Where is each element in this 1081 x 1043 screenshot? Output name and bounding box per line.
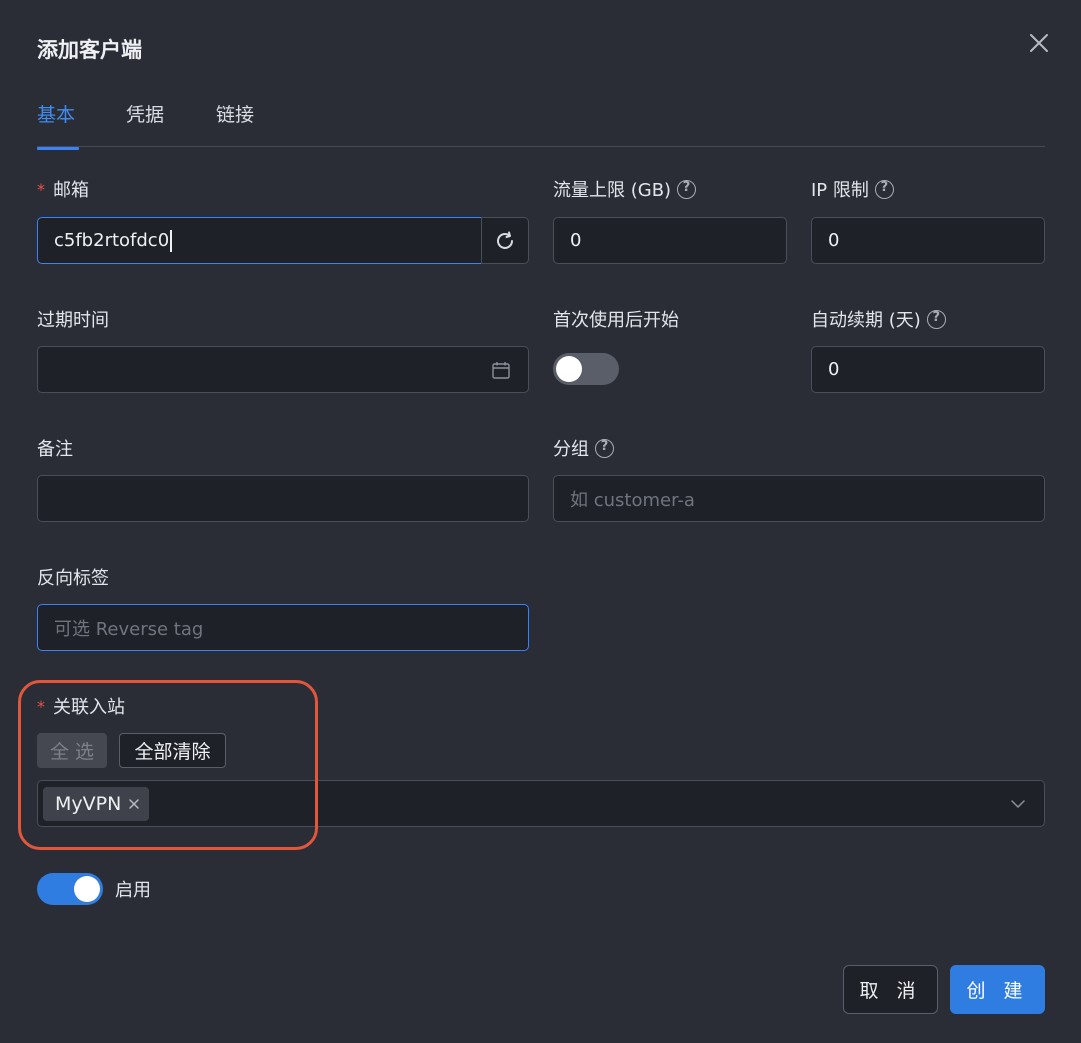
auto-renew-label: 自动续期 (天) [811,306,946,332]
traffic-limit-label: 流量上限 (GB) [553,176,697,202]
traffic-limit-value: 0 [570,230,582,251]
note-label: 备注 [37,435,73,461]
auto-renew-value: 0 [828,359,840,380]
email-label: * 邮箱 [37,176,89,202]
tab-links[interactable]: 链接 [216,100,254,146]
text-caret [170,229,172,252]
ip-limit-label: IP 限制 [811,176,894,202]
note-label-text: 备注 [37,439,73,460]
group-label: 分组 [553,435,614,461]
inbounds-label-text: 关联入站 [53,697,125,718]
auto-renew-input[interactable]: 0 [811,346,1045,393]
tab-bar: 基本 凭据 链接 [37,96,1045,150]
reverse-tag-label-text: 反向标签 [37,568,109,589]
start-after-first-use-label-text: 首次使用后开始 [553,310,679,331]
tab-credentials[interactable]: 凭据 [126,100,164,146]
enable-label: 启用 [115,880,151,901]
email-label-text: 邮箱 [53,180,89,201]
ip-limit-value: 0 [828,230,840,251]
group-label-text: 分组 [553,439,589,460]
enable-toggle[interactable] [37,873,103,905]
email-value: c5fb2rtofdc0 [54,230,170,251]
add-client-dialog: 添加客户端 基本 凭据 链接 * 邮箱 c5fb2rtofdc0 流量上限 (G… [0,0,1081,1043]
note-input[interactable] [37,475,529,522]
required-mark: * [37,696,45,716]
help-icon[interactable] [677,179,697,199]
create-button[interactable]: 创 建 [950,965,1045,1014]
ip-limit-input[interactable]: 0 [811,217,1045,264]
traffic-limit-label-text: 流量上限 (GB) [553,180,672,201]
tab-links-label: 链接 [216,104,255,126]
cancel-button[interactable]: 取 消 [843,965,938,1014]
selected-inbound-tag: MyVPN [43,787,150,821]
regenerate-email-button[interactable] [481,217,529,264]
clear-all-button[interactable]: 全部清除 [119,733,226,768]
email-input[interactable]: c5fb2rtofdc0 [37,217,482,264]
group-input[interactable]: 如 customer-a [553,475,1045,522]
reverse-tag-placeholder: 可选 Reverse tag [54,618,204,640]
close-icon[interactable] [1024,28,1054,58]
help-icon[interactable] [926,309,946,329]
group-placeholder: 如 customer-a [570,489,695,511]
toggle-knob [556,356,582,382]
reverse-tag-label: 反向标签 [37,564,109,590]
expiry-label: 过期时间 [37,306,109,332]
traffic-limit-input[interactable]: 0 [553,217,787,264]
active-tab-indicator [37,147,79,150]
tab-basic-label: 基本 [37,104,76,126]
start-after-first-use-toggle[interactable] [553,353,619,385]
expiry-label-text: 过期时间 [37,310,109,331]
start-after-first-use-label: 首次使用后开始 [553,306,679,332]
refresh-icon [497,231,513,249]
expiry-date-picker[interactable] [37,346,529,393]
reverse-tag-input[interactable]: 可选 Reverse tag [37,604,529,651]
tab-credentials-label: 凭据 [126,104,165,126]
help-icon[interactable] [874,179,894,199]
tab-basic[interactable]: 基本 [37,100,79,150]
calendar-icon [492,362,510,379]
dialog-title: 添加客户端 [37,38,142,62]
required-mark: * [37,179,45,199]
selected-inbound-label: MyVPN [55,793,122,815]
ip-limit-label-text: IP 限制 [811,180,869,201]
auto-renew-label-text: 自动续期 (天) [811,310,921,331]
chevron-down-icon [1011,800,1025,808]
inbounds-multiselect[interactable]: MyVPN [37,780,1045,827]
help-icon[interactable] [595,438,614,458]
toggle-knob [74,876,100,902]
select-all-button[interactable]: 全 选 [37,733,107,768]
inbounds-label: * 关联入站 [37,693,125,719]
tag-close-icon[interactable] [127,797,141,811]
